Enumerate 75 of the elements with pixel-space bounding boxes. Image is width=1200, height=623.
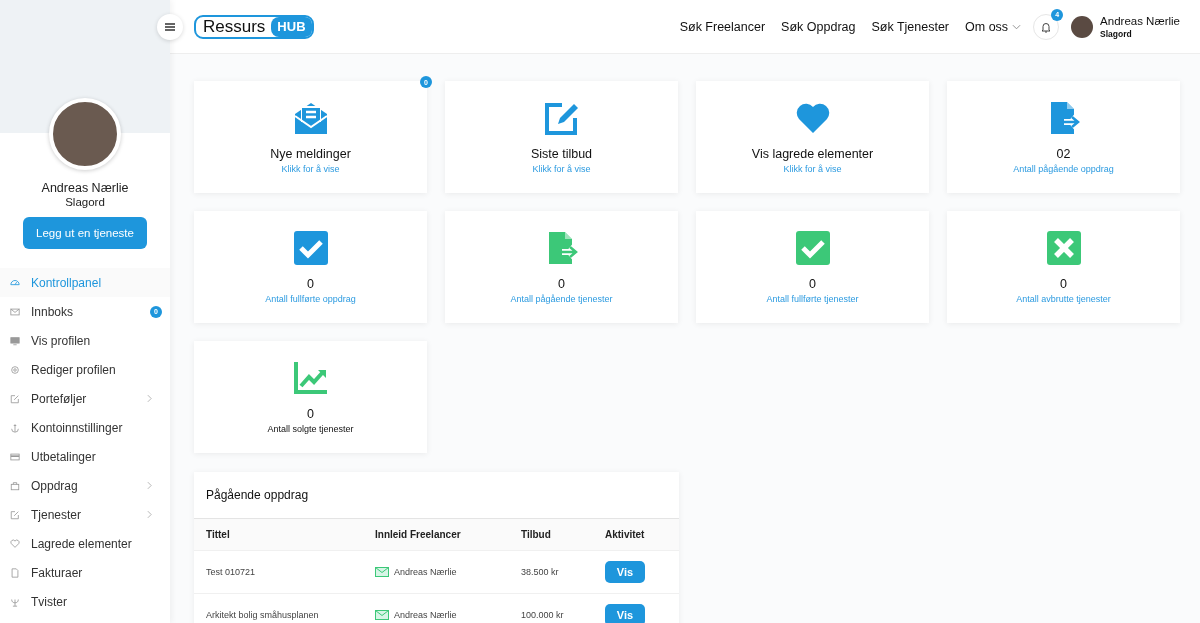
card-title: Nye meldinger (270, 147, 351, 161)
table-cell: Andreas Nærlie (394, 610, 457, 620)
stat-card[interactable]: 02 Antall pågående oppdrag (947, 81, 1180, 193)
sidebar-item-label: Oppdrag (31, 478, 79, 493)
user-tagline: Slagord (1100, 28, 1133, 39)
column-header: Tilbud (521, 529, 552, 540)
table-cell-text: Arkitekt bolig småhusplanen (206, 610, 320, 620)
sidebar-item[interactable]: Oppdrag (0, 471, 170, 500)
edit-icon (10, 393, 20, 404)
stat-card[interactable]: Vis lagrede elementer Klikk for å vise (696, 81, 929, 193)
card-title: 0 (558, 277, 565, 291)
card-title: Vis lagrede elementer (751, 147, 874, 161)
card-caption: Antall solgte tjenester (267, 424, 354, 434)
sidebar-item[interactable]: Lagrede elementer (0, 529, 170, 558)
sidebar-item[interactable]: Fakturaer (0, 558, 170, 587)
card-title: 0 (307, 277, 314, 291)
stat-card[interactable]: 0 Antall solgte tjenester (194, 341, 427, 453)
sidebar-item-label: Lagrede elementer (31, 536, 133, 551)
card-icon (10, 451, 20, 462)
envelope-icon (375, 610, 389, 620)
gear-icon (10, 364, 20, 375)
sidebar-item-label: Rediger profilen (31, 362, 117, 377)
column-header: Tittel (206, 529, 231, 540)
sidebar-item-label: Innboks (31, 304, 75, 319)
stat-card[interactable]: Siste tilbud Klikk for å vise (445, 81, 678, 193)
dashboard-icon (10, 277, 20, 288)
table-cell-text: 38.500 kr (521, 567, 560, 577)
nav-link[interactable]: Om oss (965, 19, 1022, 34)
sidebar-item[interactable]: Vis profilen (0, 326, 170, 355)
card-title: 0 (809, 277, 816, 291)
sidebar-item-label: Vis profilen (31, 333, 92, 348)
card-title: 02 (1056, 147, 1071, 161)
sidebar-item[interactable]: Utbetalinger (0, 442, 170, 471)
sidebar-item[interactable]: Kontoinnstillinger (0, 413, 170, 442)
mail-icon (10, 306, 20, 317)
bag-icon (10, 480, 20, 491)
card-title: Siste tilbud (530, 147, 593, 161)
sidebar-item-label: Kontoinnstillinger (31, 420, 124, 435)
table-cell-text: 100.000 kr (521, 610, 565, 620)
sidebar-item-label: Porteføljer (31, 391, 88, 406)
table-cell-text: Test 010721 (206, 567, 257, 577)
profile-name: Andreas Nærlie (41, 181, 129, 195)
table-cell: Andreas Nærlie (394, 567, 457, 577)
logo[interactable]: Ressurs HUB (194, 14, 314, 39)
sidebar-item[interactable]: Porteføljer (0, 384, 170, 413)
stat-card[interactable]: 0 Antall avbrutte tjenester (947, 211, 1180, 323)
sidebar-item[interactable]: Rediger profilen (0, 355, 170, 384)
sidebar-item-label: Tvister (31, 594, 68, 609)
stat-card[interactable]: 0 Antall pågående tjenester (445, 211, 678, 323)
sidebar-item-label: Tjenester (31, 507, 83, 522)
nav-link[interactable]: Søk Tjenester (871, 19, 950, 34)
sidebar-item[interactable]: Tjenester (0, 500, 170, 529)
stat-card[interactable]: 0 Antall fullførte tjenester (696, 211, 929, 323)
nav-link[interactable]: Søk Freelancer (679, 19, 766, 34)
stat-card[interactable]: 0 Antall fullførte oppdrag (194, 211, 427, 323)
heart-icon (10, 538, 20, 549)
monitor-icon (10, 335, 20, 346)
column-header: Innleid Freelancer (375, 529, 462, 540)
nav-link[interactable]: Søk Oppdrag (781, 19, 856, 34)
user-name[interactable]: Andreas Nærlie (1100, 14, 1180, 27)
file-icon (10, 567, 20, 578)
sidebar-item-label: Kontrollpanel (31, 275, 103, 290)
sidebar-item-label: Utbetalinger (31, 449, 97, 464)
menu-icon (165, 22, 175, 31)
sidebar-item[interactable]: Tvister (0, 587, 170, 616)
sidebar-item-label: Fakturaer (31, 565, 84, 580)
column-header: Aktivitet (605, 529, 646, 540)
bell-icon (1040, 20, 1053, 33)
envelope-icon (375, 567, 389, 577)
user-avatar-placeholder[interactable] (1071, 15, 1094, 38)
profile-tagline: Slagord (65, 196, 105, 208)
card-title: 0 (307, 407, 314, 421)
edit-icon (10, 509, 20, 520)
anchor-icon (10, 422, 20, 433)
card-title: 0 (1060, 277, 1067, 291)
